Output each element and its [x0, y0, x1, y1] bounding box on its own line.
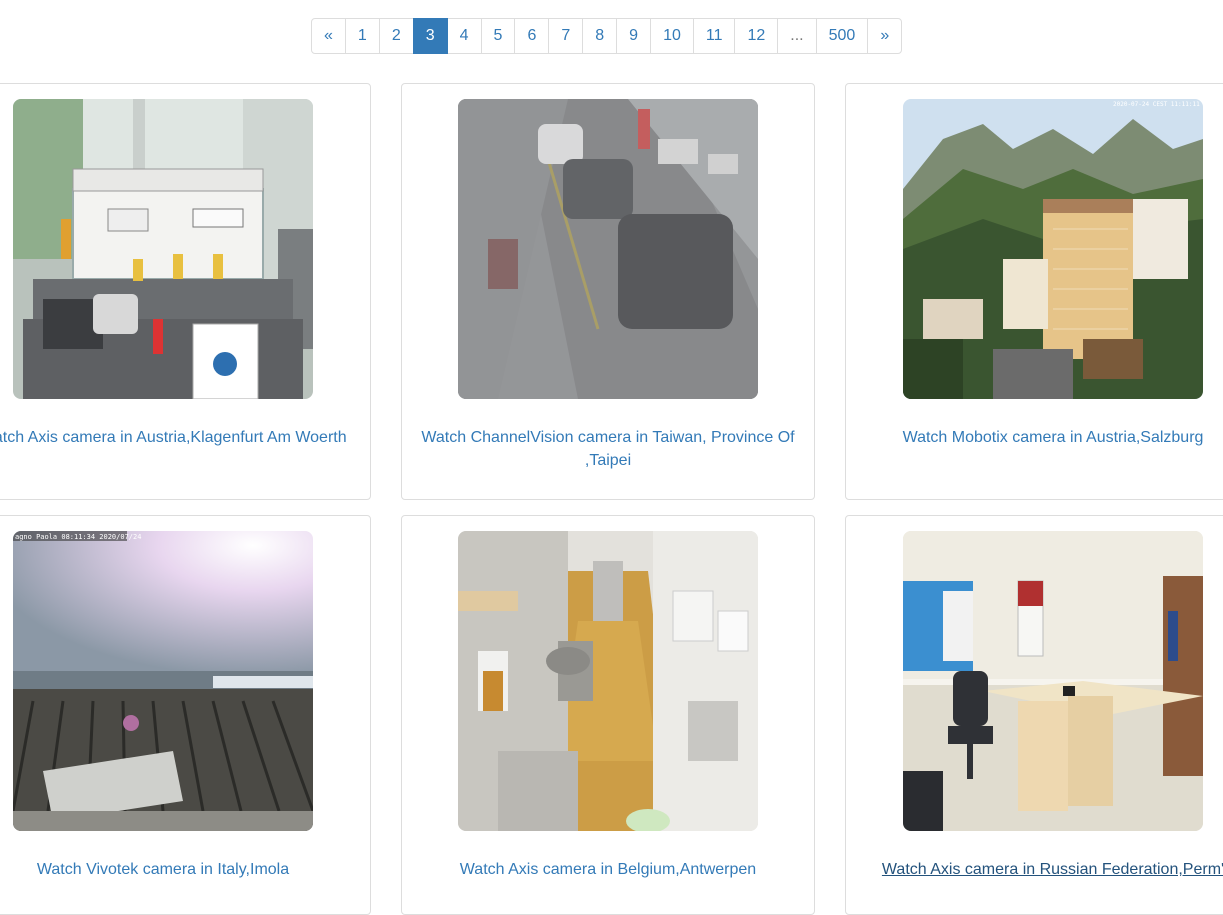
camera-card: Watch Axis camera in Russian Federation,… — [845, 515, 1223, 915]
camera-caption-link[interactable]: Watch ChannelVision camera in Taiwan, Pr… — [408, 426, 808, 472]
camera-card: 2020-07-24 CEST 11:11:11 Watch Mobotix c… — [845, 83, 1223, 500]
pagination-page-5[interactable]: 5 — [480, 18, 516, 54]
camera-card: agno Paola 08:11:34 2020/07/24 Watch Viv… — [0, 515, 371, 915]
pagination-page-2[interactable]: 2 — [378, 18, 414, 54]
pagination-page-10[interactable]: 10 — [650, 18, 694, 54]
camera-timestamp: agno Paola 08:11:34 2020/07/24 — [15, 533, 141, 541]
pagination-page-11[interactable]: 11 — [692, 18, 736, 54]
pagination-ellipsis: ... — [777, 18, 817, 54]
pagination: « 1 2 3 4 5 6 7 8 9 10 11 12 ... 500 » — [311, 18, 903, 54]
camera-snapshot-street — [458, 99, 758, 399]
pagination-page-1[interactable]: 1 — [344, 18, 380, 54]
camera-caption-link[interactable]: Watch Axis camera in Belgium,Antwerpen — [408, 858, 808, 881]
camera-thumbnail[interactable]: agno Paola 08:11:34 2020/07/24 — [13, 531, 313, 831]
pagination-page-12[interactable]: 12 — [734, 18, 779, 54]
camera-snapshot-mountains: 2020-07-24 CEST 11:11:11 — [903, 99, 1203, 399]
camera-card: Watch ChannelVision camera in Taiwan, Pr… — [401, 83, 815, 500]
camera-caption-link[interactable]: Watch Axis camera in Russian Federation,… — [853, 858, 1223, 881]
camera-snapshot-lego — [13, 99, 313, 399]
camera-timestamp: 2020-07-24 CEST 11:11:11 — [1113, 101, 1200, 108]
camera-thumbnail[interactable] — [458, 531, 758, 831]
pagination-page-4[interactable]: 4 — [446, 18, 482, 54]
pagination-next[interactable]: » — [867, 18, 903, 54]
pagination-page-3-active[interactable]: 3 — [412, 18, 448, 54]
camera-snapshot-kitchen — [458, 531, 758, 831]
camera-thumbnail[interactable] — [903, 531, 1203, 831]
pagination-page-500[interactable]: 500 — [815, 18, 869, 54]
camera-card: Watch Axis camera in Belgium,Antwerpen — [401, 515, 815, 915]
camera-snapshot-office — [903, 531, 1203, 831]
pagination-page-8[interactable]: 8 — [582, 18, 618, 54]
pagination-page-9[interactable]: 9 — [616, 18, 652, 54]
camera-caption-link[interactable]: Watch Axis camera in Austria,Klagenfurt … — [0, 426, 363, 449]
camera-caption-link[interactable]: Watch Vivotek camera in Italy,Imola — [0, 858, 363, 881]
camera-thumbnail[interactable] — [458, 99, 758, 399]
camera-caption-link[interactable]: Watch Mobotix camera in Austria,Salzburg — [853, 426, 1223, 449]
camera-thumbnail[interactable] — [13, 99, 313, 399]
pagination-page-7[interactable]: 7 — [548, 18, 584, 54]
camera-card: Watch Axis camera in Austria,Klagenfurt … — [0, 83, 371, 500]
pagination-prev[interactable]: « — [311, 18, 346, 54]
camera-snapshot-beach: agno Paola 08:11:34 2020/07/24 — [13, 531, 313, 831]
camera-thumbnail[interactable]: 2020-07-24 CEST 11:11:11 — [903, 99, 1203, 399]
pagination-page-6[interactable]: 6 — [514, 18, 550, 54]
